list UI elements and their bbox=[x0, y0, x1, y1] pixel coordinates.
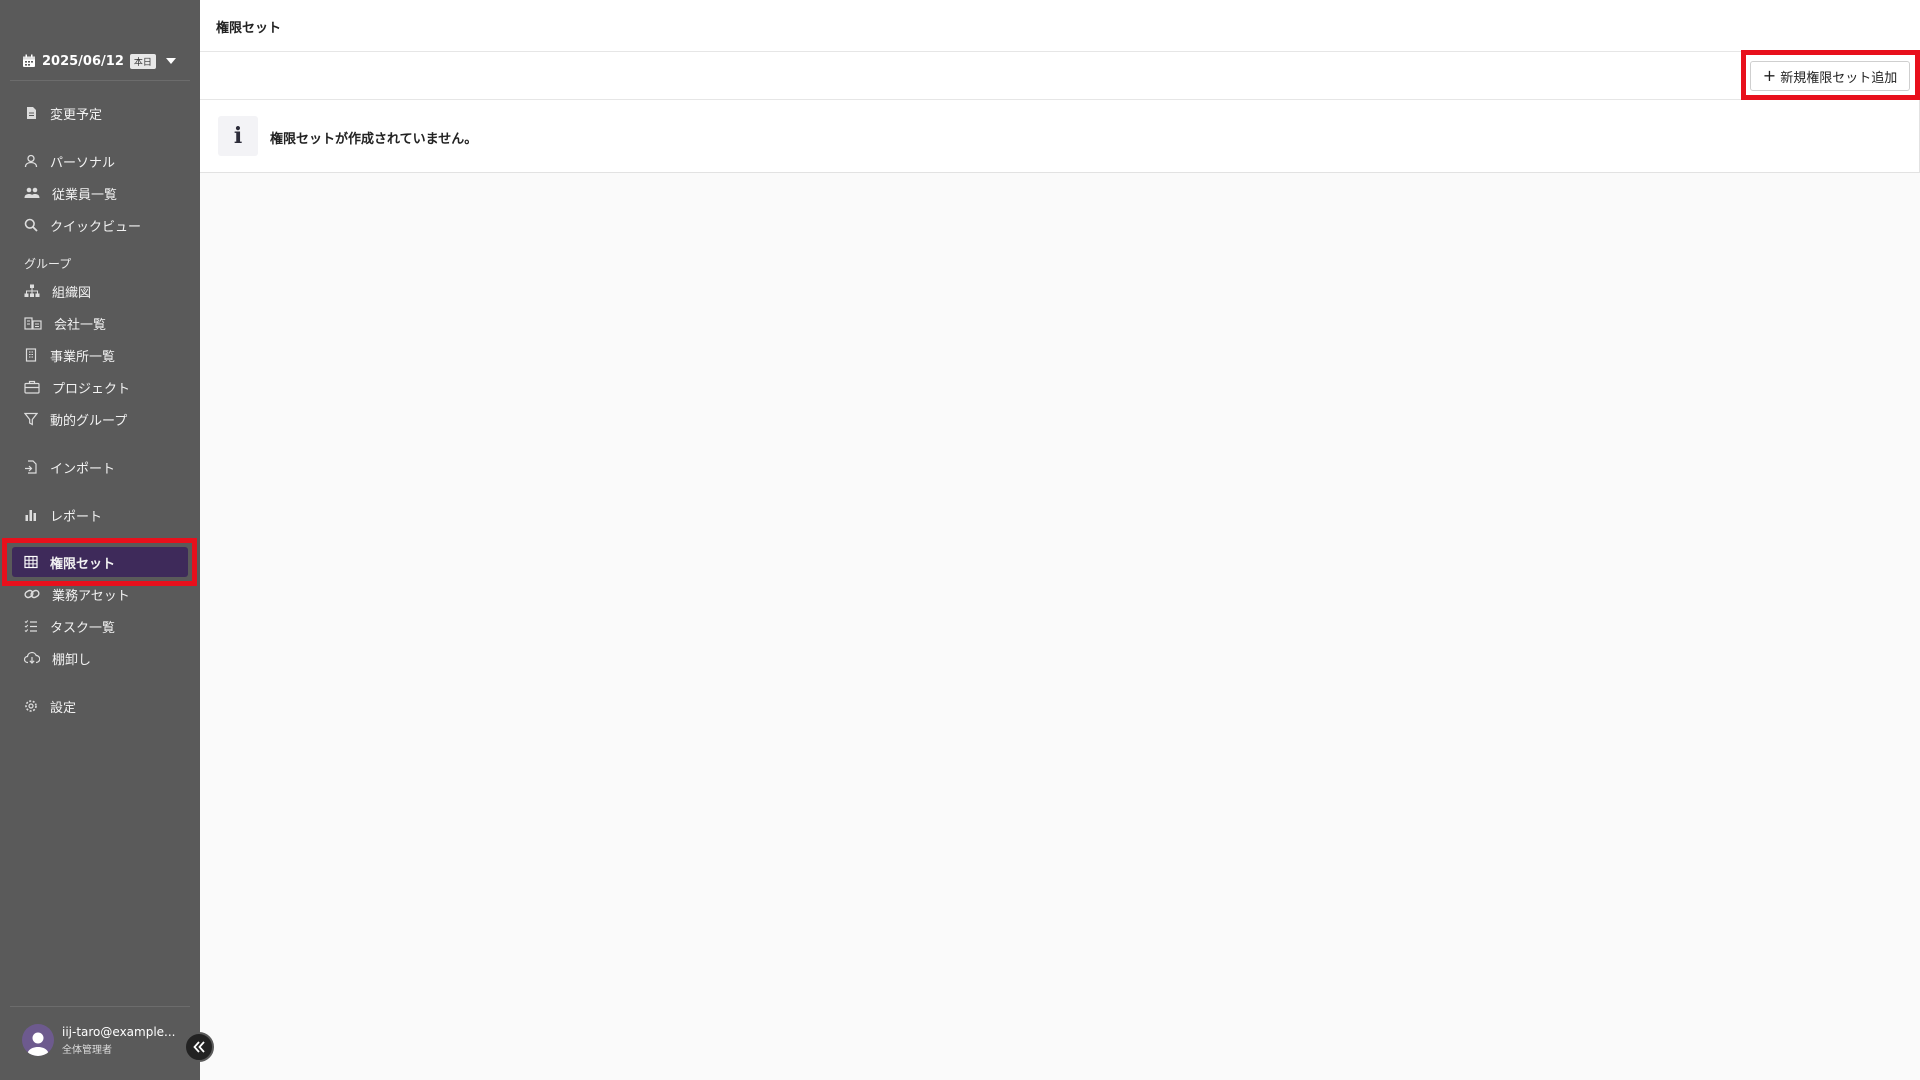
sidebar-item-label: 従業員一覧 bbox=[52, 187, 118, 203]
sidebar-item-label: プロジェクト bbox=[52, 381, 131, 397]
person-icon bbox=[24, 154, 38, 168]
document-icon bbox=[27, 107, 36, 119]
sidebar-item-tasks[interactable]: タスク一覧 bbox=[12, 611, 188, 641]
sidebar-item-employees[interactable]: 従業員一覧 bbox=[12, 178, 188, 208]
sidebar-item-label: タスク一覧 bbox=[50, 620, 116, 636]
divider bbox=[10, 80, 190, 81]
search-icon bbox=[24, 218, 38, 232]
office-icon bbox=[25, 348, 37, 362]
chevron-down-icon bbox=[165, 58, 176, 64]
toolbar: + 新規権限セット追加 bbox=[200, 52, 1920, 100]
import-icon bbox=[25, 460, 37, 474]
empty-state-panel: i 権限セットが作成されていません。 bbox=[200, 100, 1920, 173]
org-chart-icon bbox=[24, 284, 40, 297]
people-icon bbox=[24, 187, 40, 198]
date-selector[interactable]: 2025/06/12 本日 bbox=[22, 50, 176, 72]
collapse-sidebar-button[interactable] bbox=[184, 1032, 214, 1062]
highlight-box bbox=[2, 538, 197, 586]
avatar bbox=[22, 1024, 54, 1056]
empty-state-message: 権限セットが作成されていません。 bbox=[270, 132, 478, 147]
current-date: 2025/06/12 bbox=[42, 53, 124, 69]
group-section-label: グループ bbox=[24, 257, 72, 271]
sidebar-item-label: 変更予定 bbox=[50, 107, 103, 123]
cloud-download-icon bbox=[24, 651, 40, 664]
sidebar-item-dynamic-groups[interactable]: 動的グループ bbox=[12, 404, 188, 434]
sidebar-item-quick-view[interactable]: クイックビュー bbox=[12, 210, 188, 240]
sidebar-item-reports[interactable]: レポート bbox=[12, 500, 188, 530]
sidebar-item-companies[interactable]: 会社一覧 bbox=[12, 308, 188, 338]
sidebar-item-label: 組織図 bbox=[52, 285, 92, 301]
page-header: 権限セット bbox=[200, 0, 1920, 52]
briefcase-icon bbox=[24, 380, 40, 394]
highlight-box bbox=[1741, 50, 1920, 100]
sidebar-item-personal[interactable]: パーソナル bbox=[12, 146, 188, 176]
sidebar-item-label: 業務アセット bbox=[52, 588, 130, 604]
today-badge: 本日 bbox=[129, 53, 156, 69]
sidebar-item-offices[interactable]: 事業所一覧 bbox=[12, 340, 188, 370]
sidebar-item-label: パーソナル bbox=[50, 155, 116, 171]
gear-icon bbox=[25, 700, 37, 712]
sidebar-item-label: レポート bbox=[50, 509, 103, 525]
user-menu[interactable]: iij-taro@example... 全体管理者 bbox=[22, 1024, 176, 1056]
sidebar-item-label: 設定 bbox=[50, 700, 77, 716]
sidebar-item-projects[interactable]: プロジェクト bbox=[12, 372, 188, 402]
divider bbox=[10, 1006, 190, 1007]
sidebar-item-label: 会社一覧 bbox=[54, 317, 107, 333]
sidebar-item-change-schedule[interactable]: 変更予定 bbox=[12, 98, 188, 128]
sidebar-item-import[interactable]: インポート bbox=[12, 452, 188, 482]
sidebar-item-settings[interactable]: 設定 bbox=[12, 691, 188, 721]
sidebar-item-label: 棚卸し bbox=[52, 652, 92, 668]
info-icon: i bbox=[218, 116, 258, 156]
link-icon bbox=[24, 589, 40, 599]
sidebar-item-label: クイックビュー bbox=[50, 219, 142, 235]
sidebar-item-inventory[interactable]: 棚卸し bbox=[12, 643, 188, 673]
filter-icon bbox=[24, 412, 38, 426]
sidebar-item-org-chart[interactable]: 組織図 bbox=[12, 276, 188, 306]
sidebar-item-label: インポート bbox=[50, 461, 116, 477]
sidebar-item-label: 事業所一覧 bbox=[50, 349, 116, 365]
page-title: 権限セット bbox=[216, 21, 282, 36]
sidebar-item-label: 動的グループ bbox=[50, 413, 128, 429]
user-email: iij-taro@example... bbox=[62, 1024, 176, 1039]
calendar-icon bbox=[23, 54, 35, 67]
user-role: 全体管理者 bbox=[62, 1044, 112, 1056]
checklist-icon bbox=[24, 620, 37, 633]
buildings-icon bbox=[24, 317, 42, 330]
user-avatar-icon bbox=[27, 1032, 49, 1056]
double-chevron-left-icon bbox=[193, 1041, 205, 1053]
bar-chart-icon bbox=[25, 510, 36, 521]
